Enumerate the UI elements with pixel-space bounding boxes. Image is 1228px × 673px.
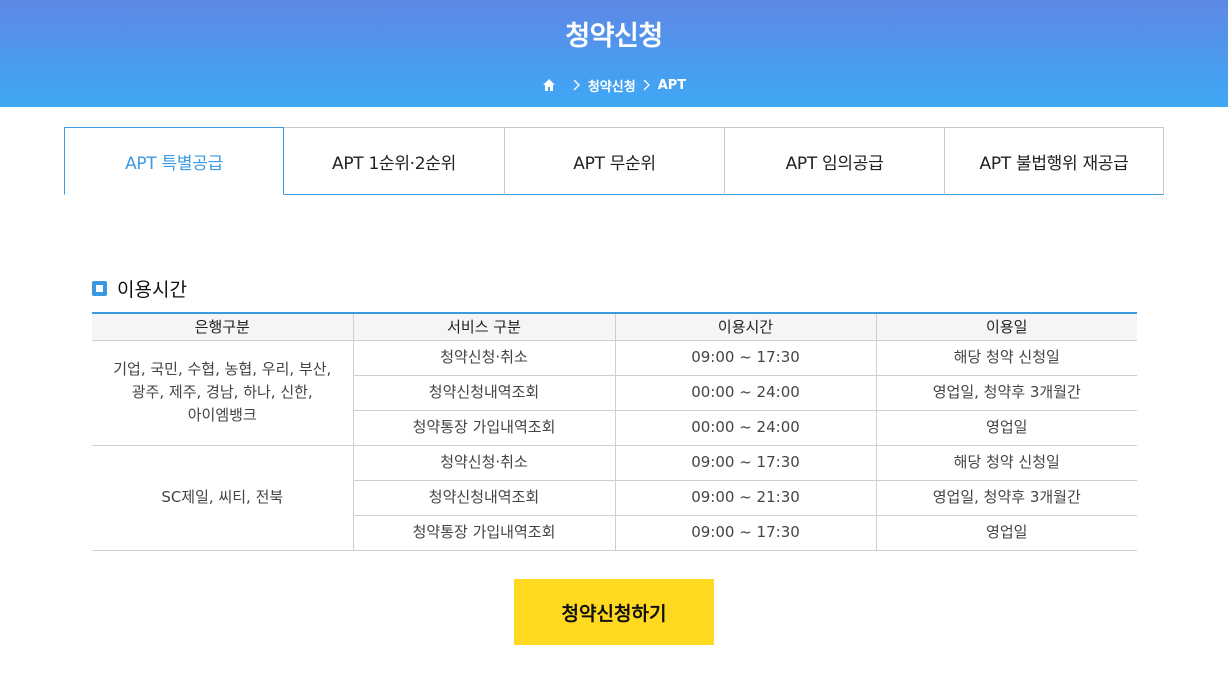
hours-cell: 09:00 ~ 17:30 bbox=[614, 445, 876, 481]
tab-bar: APT 특별공급 APT 1순위·2순위 APT 무순위 APT 임의공급 AP… bbox=[64, 127, 1164, 195]
hours-cell: 09:00 ~ 17:30 bbox=[614, 340, 876, 376]
days-cell: 영업일, 청약후 3개월간 bbox=[875, 480, 1137, 516]
tab-apt-special-supply[interactable]: APT 특별공급 bbox=[64, 127, 284, 195]
hours-cell: 09:00 ~ 21:30 bbox=[614, 480, 876, 516]
hours-cell: 09:00 ~ 17:30 bbox=[614, 515, 876, 551]
table-row: SC제일, 씨티, 전북 청약신청·취소 09:00 ~ 17:30 해당 청약… bbox=[92, 445, 1137, 551]
section-heading: 이용시간 bbox=[92, 276, 187, 301]
column-header-days: 이용일 bbox=[875, 312, 1137, 341]
service-cell: 청약신청내역조회 bbox=[352, 375, 615, 411]
tab-apt-illegal-resupply[interactable]: APT 불법행위 재공급 bbox=[944, 127, 1164, 195]
days-cell: 영업일, 청약후 3개월간 bbox=[875, 375, 1137, 411]
page-header: 청약신청 청약신청 APT bbox=[0, 0, 1228, 107]
days-cell: 영업일 bbox=[875, 410, 1137, 446]
days-cell: 영업일 bbox=[875, 515, 1137, 551]
tab-apt-first-second-rank[interactable]: APT 1순위·2순위 bbox=[284, 127, 504, 195]
tab-apt-no-rank[interactable]: APT 무순위 bbox=[504, 127, 724, 195]
hours-cell: 00:00 ~ 24:00 bbox=[614, 410, 876, 446]
usage-hours-table: 은행구분 서비스 구분 이용시간 이용일 기업, 국민, 수협, 농협, 우리,… bbox=[92, 312, 1137, 551]
days-cell: 해당 청약 신청일 bbox=[875, 445, 1137, 481]
square-bullet-icon bbox=[92, 280, 107, 296]
section-title-text: 이용시간 bbox=[117, 278, 187, 301]
breadcrumb-item[interactable]: APT bbox=[658, 78, 686, 93]
bank-line: 기업, 국민, 수협, 농협, 우리, 부산, bbox=[113, 360, 332, 378]
service-cell: 청약신청·취소 bbox=[352, 340, 615, 376]
service-cell: 청약신청·취소 bbox=[352, 445, 615, 481]
breadcrumb-item[interactable]: 청약신청 bbox=[588, 76, 636, 95]
column-header-bank: 은행구분 bbox=[92, 312, 353, 341]
bank-line: 아이엠뱅크 bbox=[187, 406, 257, 424]
column-header-service: 서비스 구분 bbox=[352, 312, 615, 341]
page-title: 청약신청 bbox=[565, 21, 663, 52]
bank-line: 광주, 제주, 경남, 하나, 신한, bbox=[131, 383, 313, 401]
table-row: 기업, 국민, 수협, 농협, 우리, 부산, 광주, 제주, 경남, 하나, … bbox=[92, 340, 1137, 446]
bank-group-cell: 기업, 국민, 수협, 농협, 우리, 부산, 광주, 제주, 경남, 하나, … bbox=[92, 340, 353, 446]
table-header-row: 은행구분 서비스 구분 이용시간 이용일 bbox=[92, 312, 1137, 341]
chevron-right-icon bbox=[572, 79, 580, 91]
home-icon[interactable] bbox=[542, 78, 556, 92]
bank-line: SC제일, 씨티, 전북 bbox=[161, 488, 284, 506]
bank-group-cell: SC제일, 씨티, 전북 bbox=[92, 445, 353, 551]
breadcrumb: 청약신청 APT bbox=[0, 76, 1228, 95]
hours-cell: 00:00 ~ 24:00 bbox=[614, 375, 876, 411]
days-cell: 해당 청약 신청일 bbox=[875, 340, 1137, 376]
apply-subscription-button[interactable]: 청약신청하기 bbox=[514, 579, 714, 645]
tab-apt-optional-supply[interactable]: APT 임의공급 bbox=[724, 127, 944, 195]
service-cell: 청약신청내역조회 bbox=[352, 480, 615, 516]
service-cell: 청약통장 가입내역조회 bbox=[352, 515, 615, 551]
service-cell: 청약통장 가입내역조회 bbox=[352, 410, 615, 446]
chevron-right-icon bbox=[642, 79, 650, 91]
column-header-hours: 이용시간 bbox=[614, 312, 876, 341]
